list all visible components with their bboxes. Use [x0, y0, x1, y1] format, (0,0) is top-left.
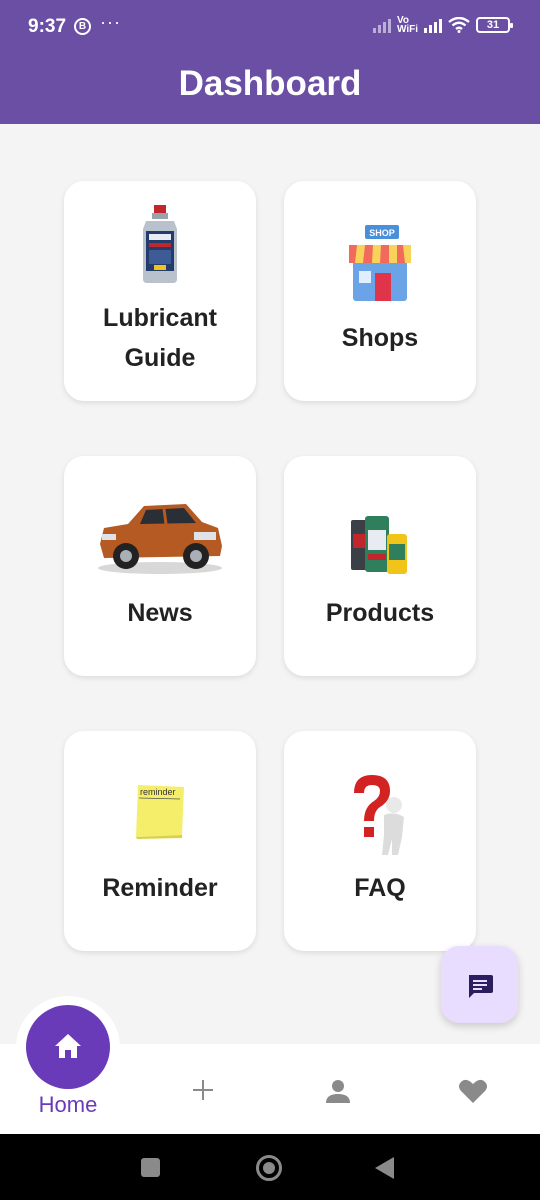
- oil-bottle-icon: [143, 205, 177, 283]
- system-home-icon[interactable]: [256, 1155, 282, 1181]
- card-label-line2: Guide: [124, 344, 196, 372]
- page-title: Dashboard: [178, 64, 362, 103]
- more-notifications-icon: ···: [100, 12, 121, 32]
- wifi-icon: [448, 17, 470, 33]
- status-right: Vo WiFi 31: [372, 15, 513, 35]
- shop-icon: SHOP: [349, 225, 411, 301]
- status-bar: 9:37 B ··· Vo WiFi 31: [0, 0, 540, 56]
- card-lubricant-guide[interactable]: Lubricant Guide: [64, 181, 256, 401]
- vowifi-label: Vo WiFi: [396, 15, 418, 35]
- battery-icon: 31: [476, 17, 513, 33]
- card-news[interactable]: News: [64, 456, 256, 676]
- products-icon: [351, 516, 407, 574]
- svg-text:SHOP: SHOP: [369, 228, 395, 238]
- card-label: Products: [325, 599, 435, 627]
- person-icon[interactable]: [325, 1078, 351, 1104]
- card-reminder[interactable]: reminder Reminder: [64, 731, 256, 951]
- card-products[interactable]: Products: [284, 456, 476, 676]
- card-label: Shops: [341, 324, 419, 352]
- status-time: 9:37: [28, 16, 67, 37]
- home-icon: [55, 1034, 81, 1058]
- note-text: reminder: [140, 787, 176, 797]
- chat-fab-button[interactable]: [441, 946, 518, 1023]
- question-icon: [354, 775, 404, 855]
- signal-2-icon: [424, 17, 442, 33]
- card-label: Reminder: [102, 874, 218, 902]
- card-shops[interactable]: SHOP Shops: [284, 181, 476, 401]
- card-label: News: [127, 599, 193, 627]
- recents-icon[interactable]: [141, 1158, 160, 1177]
- card-faq[interactable]: FAQ: [284, 731, 476, 951]
- b-badge-icon: B: [74, 18, 91, 35]
- heart-icon[interactable]: [458, 1078, 488, 1104]
- nav-home-label[interactable]: Home: [28, 1092, 108, 1118]
- signal-1-icon: [372, 17, 391, 33]
- card-label-line1: Lubricant: [103, 304, 217, 332]
- back-icon[interactable]: [375, 1157, 394, 1179]
- card-label: FAQ: [354, 874, 406, 902]
- add-icon[interactable]: [191, 1078, 215, 1102]
- nav-home-button[interactable]: [26, 1005, 110, 1089]
- car-icon: [98, 504, 222, 574]
- sticky-note-icon: reminder: [136, 785, 184, 839]
- app-bar: 9:37 B ··· Vo WiFi 31 Dashboard: [0, 0, 540, 124]
- chat-icon: [469, 975, 493, 998]
